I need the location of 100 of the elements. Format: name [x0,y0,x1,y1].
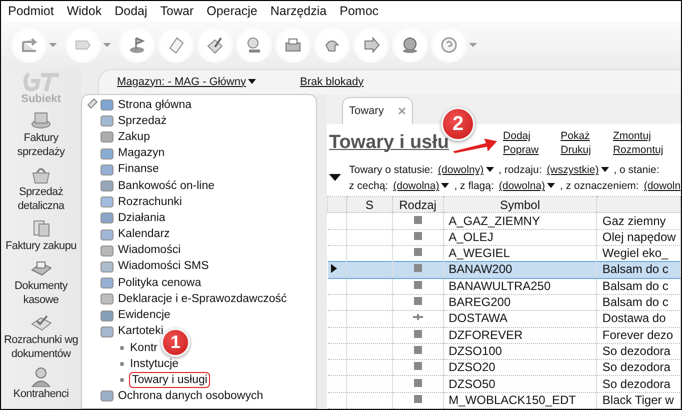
logo-icon [21,71,61,93]
menu-item[interactable]: Dodaj [114,2,148,20]
row-indicator[interactable] [328,262,346,278]
action-link[interactable]: Dodaj [503,129,539,144]
action-link[interactable]: Drukuj [560,143,591,158]
nav-item[interactable]: Sprzedaż [100,113,287,130]
toolbar-button[interactable] [392,27,428,63]
menu-item[interactable]: Narzędzia [270,2,327,20]
bullet-icon [120,362,124,366]
toolbar-button[interactable] [353,27,389,63]
caret-icon[interactable] [103,43,111,47]
action-link[interactable]: Pokaż [560,129,591,144]
menu-item[interactable]: Towar [160,2,194,20]
filter-label: , rodzaju: [498,163,542,178]
table-cell: Forever dezo [596,327,680,344]
filter-dropdown[interactable]: (wszystkie) [546,162,609,178]
nav-item[interactable]: Wiadomości SMS [100,258,287,276]
table-cell: Balsam do c [596,278,680,294]
toolbar-button[interactable] [431,27,467,63]
shortcut-label[interactable]: Faktury sprzedaży [1,131,81,159]
menu-item[interactable]: Pomoc [340,2,379,20]
table-cell: BAREG200 [443,294,597,311]
table-cell: BANAW200 [443,262,597,278]
caret-icon[interactable] [49,43,57,47]
toolbar-button[interactable] [119,27,155,63]
nav-item[interactable]: Ochrona danych osobowych [100,388,287,405]
table-cell: DZFOREVER [443,327,597,344]
filter-label: , o stanie: [614,163,660,178]
nav-item[interactable]: Strona główna [100,97,287,114]
table-cell: A_GAZ_ZIEMNY [443,212,597,230]
action-link[interactable]: Zmontuj [612,129,664,144]
filter-dropdown[interactable]: (dowolny) [438,162,494,178]
pin-icon [86,97,98,109]
filter-label: , z flagą: [454,179,494,194]
toolbar-button[interactable] [11,27,47,63]
module-icon [100,98,114,112]
toolbar-button[interactable] [275,27,311,63]
column-header[interactable]: S [346,196,392,213]
toolbar-button[interactable] [65,27,101,63]
filter-dropdown[interactable]: (dowolna) [393,178,450,194]
toolbar-button[interactable] [314,27,350,63]
toolbar-button[interactable] [158,27,194,63]
module-icon [100,244,114,258]
table-cell: BANAWULTRA250 [443,278,597,294]
person-icon[interactable] [29,365,53,387]
table-cell: Black Tiger w [596,392,680,408]
module-icon [100,389,114,404]
nav-item[interactable]: Deklaracje i e-Sprawozdawczość [100,291,287,308]
nav-subitem[interactable]: Towary i usługi [130,373,210,388]
nav-item[interactable]: Kalendarz [100,226,287,243]
nav-item[interactable]: Działania [100,210,287,226]
printer-icon [284,36,302,54]
nav-item[interactable]: Polityka cenowa [100,275,287,292]
filter-label: Towary o statusie: [349,163,434,178]
nav-item[interactable]: Ewidencje [100,307,287,324]
table-cell: Dostawa do [596,310,680,328]
lock-link[interactable]: Brak blokady [300,74,364,90]
table-cell: Gaz ziemny [596,212,680,230]
toolbar-button[interactable] [236,27,272,63]
nav-item[interactable]: Zakup [100,129,287,146]
action-link[interactable]: Rozmontuj [612,143,664,158]
toolbar-button[interactable] [197,27,233,63]
nav-item[interactable]: Rozrachunki [100,194,287,210]
column-header[interactable]: Rodzaj [392,196,444,213]
nav-item[interactable]: Magazyn [100,146,287,162]
nav-subitem[interactable]: Kontr [130,340,158,355]
module-icon [100,308,114,323]
shortcut-label[interactable]: Dokumenty kasowe [1,279,81,307]
table-cell: A_OLEJ [443,229,597,246]
table-cell: DZSO20 [443,360,597,376]
filter-label: , z oznaczeniem: [560,179,639,194]
nav-item[interactable]: Bankowość on-line [100,178,287,194]
module-icon [100,276,114,290]
shortcut-label[interactable]: Kontrahenci [13,387,69,401]
action-link[interactable]: Popraw [503,143,539,158]
caret-icon[interactable] [469,43,477,47]
filter-link[interactable]: (dowoln [644,178,681,194]
bullet-icon [120,346,124,350]
shortcut-label[interactable]: Rozrachunki wg dokumentów [1,333,81,361]
menu-item[interactable]: Widok [66,2,102,20]
nav-item[interactable]: Wiadomości [100,242,287,259]
table-cell: M_WOBLACK150_EDT [443,392,597,408]
filter-dropdown[interactable]: (dowolna) [498,178,556,194]
nav-subitem[interactable]: Instytucje [130,357,179,372]
close-icon[interactable] [398,107,406,115]
shortcut-label[interactable]: Sprzedaż detaliczna [1,185,81,213]
column-header[interactable]: Symbol [443,196,597,213]
table-cell: DZSO100 [443,343,597,360]
menu-item[interactable]: Podmiot [8,2,54,20]
shortcut-label[interactable]: Faktury zakupu [5,239,76,253]
filter-label: z cechą: [349,179,388,194]
module-icon [100,146,114,161]
table-cell: So dezodora [596,376,680,392]
menu-item[interactable]: Operacje [206,2,258,20]
brush-icon [206,36,224,54]
module-icon [100,324,114,339]
warehouse-dropdown[interactable]: Magazyn: - MAG - Główny [117,74,256,90]
nav-item[interactable]: Finanse [100,162,287,178]
module-icon [100,130,114,144]
tab[interactable]: Towary [342,97,413,124]
